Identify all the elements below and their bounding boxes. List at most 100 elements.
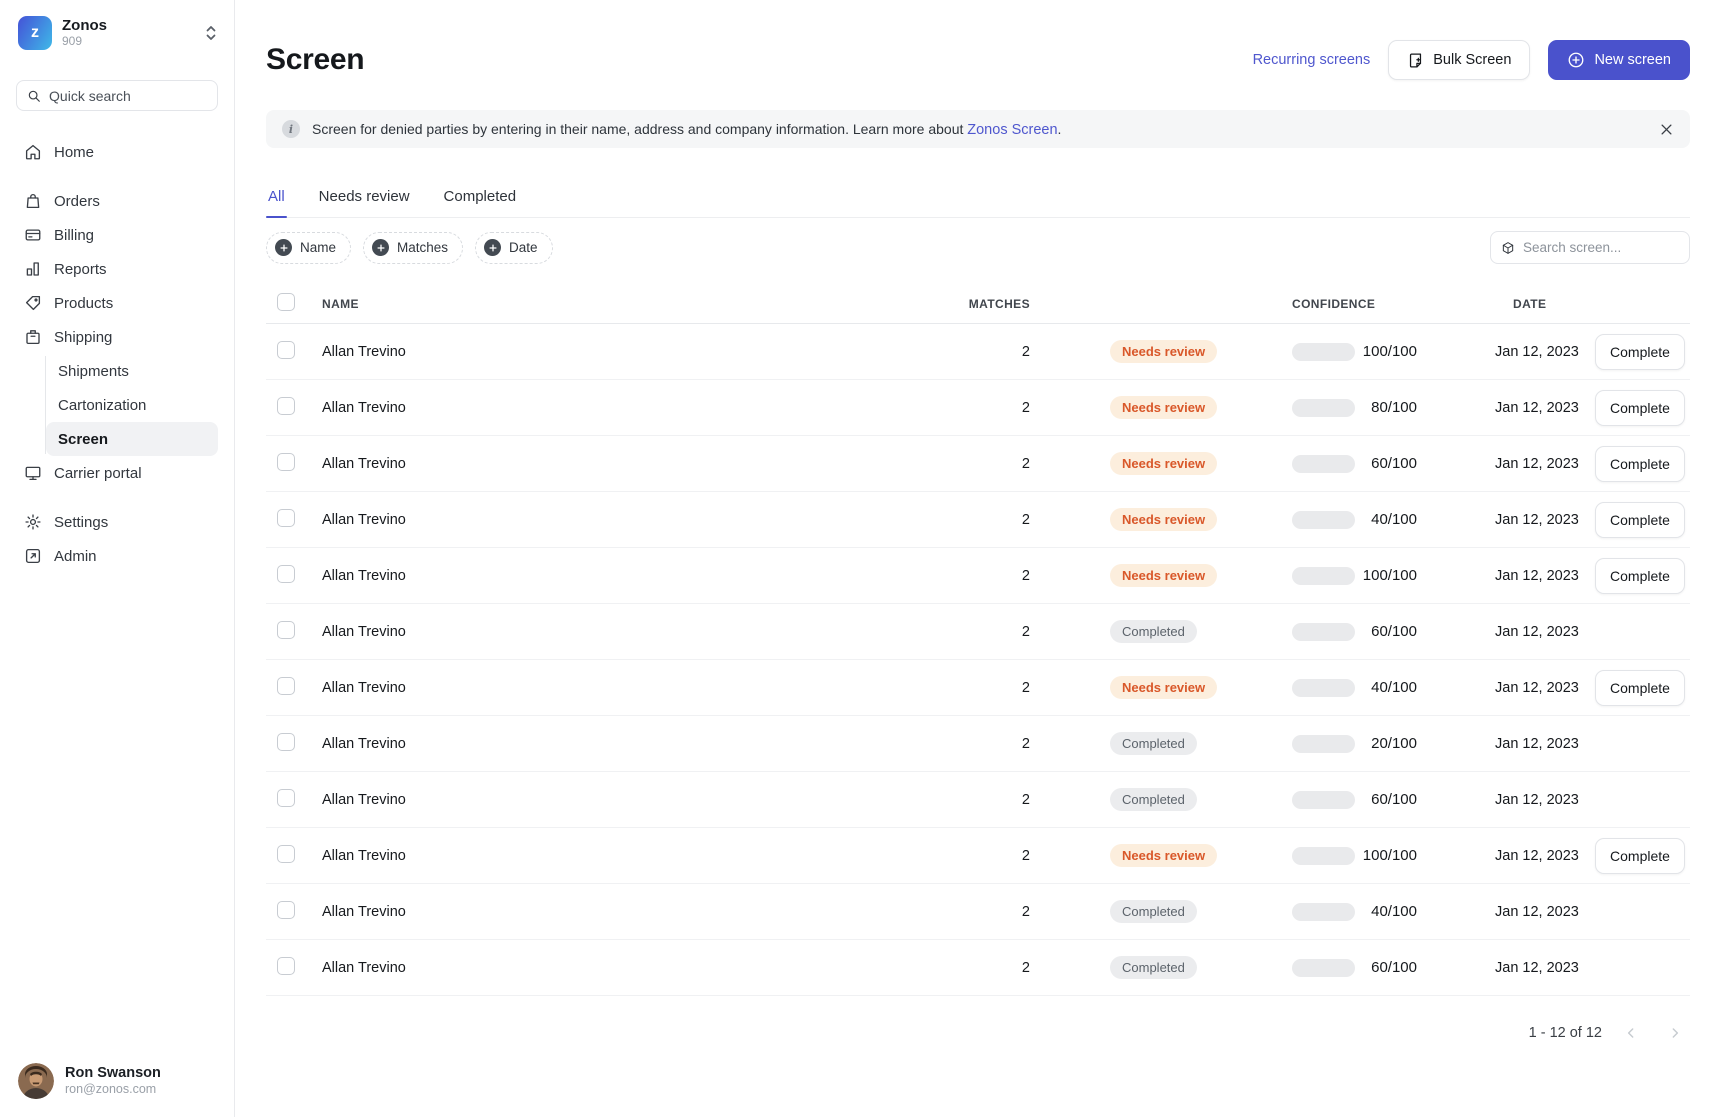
sidebar-item-shipments[interactable]: Shipments (46, 354, 218, 388)
quick-search-input[interactable] (49, 88, 207, 104)
complete-button[interactable]: Complete (1595, 838, 1685, 874)
complete-button[interactable]: Complete (1595, 670, 1685, 706)
sidebar-item-orders[interactable]: Orders (16, 184, 218, 218)
filter-name-chip[interactable]: Name (266, 232, 351, 264)
select-all-checkbox[interactable] (277, 293, 295, 311)
confidence-bar (1292, 511, 1355, 529)
row-name: Allan Trevino (322, 456, 918, 472)
plus-icon (275, 239, 292, 256)
confidence-bar (1292, 959, 1355, 977)
sidebar-item-shipping[interactable]: Shipping (16, 320, 218, 354)
org-switcher[interactable]: z Zonos 909 (16, 14, 218, 50)
row-checkbox[interactable] (277, 621, 295, 639)
row-date: Jan 12, 2023 (1417, 680, 1595, 696)
row-checkbox[interactable] (277, 509, 295, 527)
table-row: Allan Trevino2Needs review40/100Jan 12, … (266, 492, 1690, 548)
row-checkbox[interactable] (277, 957, 295, 975)
new-screen-button[interactable]: New screen (1548, 40, 1690, 80)
row-checkbox[interactable] (277, 341, 295, 359)
complete-button[interactable]: Complete (1595, 558, 1685, 594)
confidence-bar (1292, 567, 1355, 585)
row-name: Allan Trevino (322, 400, 918, 416)
table-search-input[interactable] (1523, 240, 1679, 255)
row-checkbox[interactable] (277, 901, 295, 919)
row-checkbox[interactable] (277, 677, 295, 695)
bulk-screen-button[interactable]: Bulk Screen (1388, 40, 1530, 80)
sidebar-item-cartonization[interactable]: Cartonization (46, 388, 218, 422)
row-matches: 2 (918, 400, 1030, 416)
row-date: Jan 12, 2023 (1417, 792, 1595, 808)
row-date: Jan 12, 2023 (1417, 512, 1595, 528)
table-row: Allan Trevino2Needs review60/100Jan 12, … (266, 436, 1690, 492)
complete-button[interactable]: Complete (1595, 446, 1685, 482)
sidebar-item-screen[interactable]: Screen (46, 422, 218, 456)
column-header-date: DATE (1417, 297, 1595, 311)
external-link-icon (24, 547, 42, 565)
status-badge: Completed (1110, 900, 1197, 923)
row-date: Jan 12, 2023 (1417, 960, 1595, 976)
chevron-right-icon[interactable] (1660, 1018, 1690, 1048)
sidebar-item-label: Settings (54, 514, 108, 531)
credit-card-icon (24, 226, 42, 244)
complete-button[interactable]: Complete (1595, 334, 1685, 370)
complete-button[interactable]: Complete (1595, 390, 1685, 426)
sidebar-item-label: Reports (54, 261, 107, 278)
confidence-bar (1292, 847, 1355, 865)
table-header: NAME MATCHES CONFIDENCE DATE (266, 284, 1690, 324)
new-screen-label: New screen (1594, 52, 1671, 68)
filter-date-chip[interactable]: Date (475, 232, 553, 264)
recurring-screens-link[interactable]: Recurring screens (1253, 52, 1371, 68)
tab-needs-review[interactable]: Needs review (317, 182, 412, 217)
sidebar-item-billing[interactable]: Billing (16, 218, 218, 252)
sidebar-item-products[interactable]: Products (16, 286, 218, 320)
close-icon[interactable] (1659, 122, 1674, 137)
row-name: Allan Trevino (322, 848, 918, 864)
row-checkbox[interactable] (277, 397, 295, 415)
bar-chart-icon (24, 260, 42, 278)
status-badge: Needs review (1110, 676, 1217, 699)
complete-button[interactable]: Complete (1595, 502, 1685, 538)
row-checkbox[interactable] (277, 789, 295, 807)
row-checkbox[interactable] (277, 733, 295, 751)
info-banner: i Screen for denied parties by entering … (266, 110, 1690, 148)
table-row: Allan Trevino2Needs review100/100Jan 12,… (266, 324, 1690, 380)
row-checkbox[interactable] (277, 845, 295, 863)
bag-icon (24, 192, 42, 210)
org-expand-icon[interactable] (204, 25, 218, 41)
plus-icon (484, 239, 501, 256)
row-matches: 2 (918, 904, 1030, 920)
tab-completed[interactable]: Completed (442, 182, 519, 217)
confidence-bar (1292, 735, 1355, 753)
quick-search[interactable] (16, 80, 218, 111)
sidebar-item-label: Screen (58, 431, 108, 448)
row-matches: 2 (918, 624, 1030, 640)
user-menu[interactable]: Ron Swanson ron@zonos.com (16, 1059, 218, 1099)
confidence-score: 100/100 (1355, 847, 1417, 864)
confidence-score: 100/100 (1355, 343, 1417, 360)
chevron-left-icon[interactable] (1616, 1018, 1646, 1048)
row-name: Allan Trevino (322, 792, 918, 808)
row-name: Allan Trevino (322, 624, 918, 640)
tab-all[interactable]: All (266, 182, 287, 217)
table-row: Allan Trevino2Completed40/100Jan 12, 202… (266, 884, 1690, 940)
table-row: Allan Trevino2Completed60/100Jan 12, 202… (266, 940, 1690, 996)
row-matches: 2 (918, 792, 1030, 808)
row-name: Allan Trevino (322, 904, 918, 920)
table-search[interactable] (1490, 231, 1690, 264)
sidebar-item-reports[interactable]: Reports (16, 252, 218, 286)
info-icon: i (282, 120, 300, 138)
row-checkbox[interactable] (277, 453, 295, 471)
sidebar-item-carrier-portal[interactable]: Carrier portal (16, 456, 218, 490)
sidebar-item-label: Admin (54, 548, 97, 565)
zonos-screen-link[interactable]: Zonos Screen (967, 122, 1057, 138)
filter-matches-chip[interactable]: Matches (363, 232, 463, 264)
row-matches: 2 (918, 512, 1030, 528)
sidebar-item-home[interactable]: Home (16, 135, 218, 169)
row-name: Allan Trevino (322, 344, 918, 360)
row-date: Jan 12, 2023 (1417, 344, 1595, 360)
sidebar-item-admin[interactable]: Admin (16, 539, 218, 573)
sidebar-item-settings[interactable]: Settings (16, 505, 218, 539)
user-email: ron@zonos.com (65, 1082, 161, 1097)
row-checkbox[interactable] (277, 565, 295, 583)
sidebar-item-label: Billing (54, 227, 94, 244)
